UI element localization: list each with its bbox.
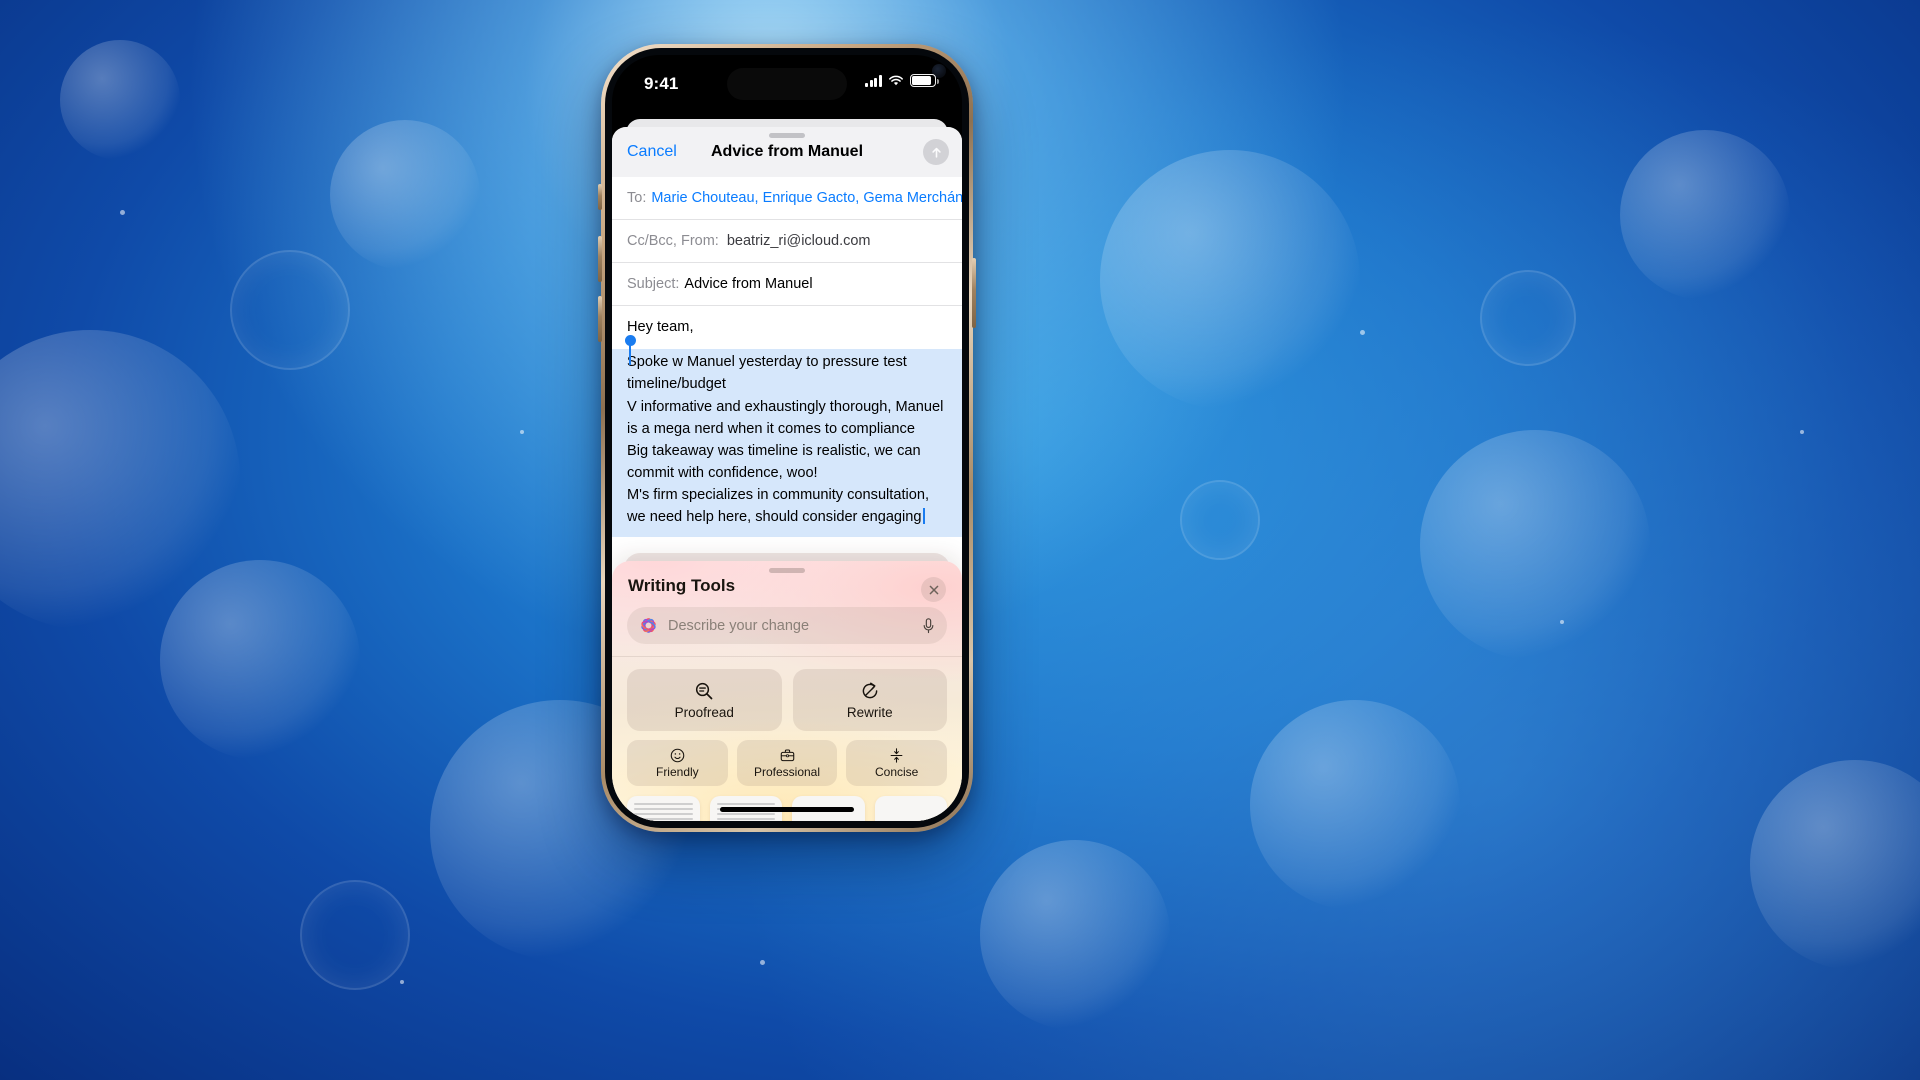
light-speck — [520, 430, 524, 434]
describe-change-input[interactable]: Describe your change — [627, 607, 947, 644]
bokeh-circle — [0, 330, 240, 630]
body-line: Big takeaway was timeline is realistic, … — [627, 442, 921, 482]
proofread-label: Proofread — [674, 705, 734, 720]
light-speck — [1800, 430, 1804, 434]
close-button[interactable] — [921, 577, 946, 602]
subject-label: Subject: — [627, 276, 680, 292]
to-label: To: — [627, 190, 647, 206]
bokeh-circle — [1620, 130, 1790, 300]
bokeh-circle — [160, 560, 360, 760]
briefcase-icon — [780, 749, 794, 762]
selection-handle-start[interactable] — [625, 335, 636, 366]
proofread-button[interactable]: Proofread — [627, 669, 782, 731]
list-document-icon — [882, 803, 941, 812]
volume-up-button[interactable] — [598, 236, 602, 282]
bokeh-circle — [330, 120, 480, 270]
from-address[interactable]: beatriz_ri@icloud.com — [727, 233, 871, 249]
bokeh-circle — [1100, 150, 1360, 410]
bokeh-circle — [1420, 430, 1650, 660]
proofread-magnifier-icon — [696, 682, 713, 700]
bokeh-circle — [1250, 700, 1460, 910]
light-speck — [1560, 620, 1564, 624]
concise-button[interactable]: Concise — [846, 740, 948, 786]
light-speck — [400, 980, 404, 984]
writing-tools-tone-actions: Friendly Professional Concise — [612, 740, 962, 786]
rewrite-button[interactable]: Rewrite — [792, 669, 947, 731]
key-points-document-icon — [716, 803, 775, 821]
body-line: V informative and exhaustingly thorough,… — [627, 398, 944, 437]
volume-down-button[interactable] — [598, 296, 602, 342]
light-speck — [1360, 330, 1365, 335]
concise-label: Concise — [875, 765, 919, 779]
light-speck — [120, 210, 125, 215]
rewrite-circle-arrow-icon — [862, 682, 878, 699]
writing-tools-header: Writing Tools — [612, 561, 962, 607]
battery-icon — [910, 74, 939, 87]
send-arrow-up-icon — [931, 147, 941, 158]
home-indicator[interactable] — [720, 807, 854, 812]
mail-navigation-bar: Cancel Advice from Manuel — [612, 127, 962, 177]
friendly-button[interactable]: Friendly — [627, 740, 728, 786]
sheet-grabber[interactable] — [769, 133, 805, 138]
selected-text-block[interactable]: Spoke w Manuel yesterday to pressure tes… — [612, 335, 962, 537]
status-indicators — [865, 74, 939, 87]
phone-screen: 9:41 Cancel Advice from Manuel To: Marie… — [612, 55, 962, 821]
professional-label: Professional — [753, 765, 821, 779]
mail-title: Advice from Manuel — [710, 143, 864, 160]
cellular-signal-icon — [865, 74, 882, 87]
bokeh-circle — [1750, 760, 1920, 970]
mail-to-field[interactable]: To: Marie Chouteau, Enrique Gacto, Gema … — [612, 177, 962, 220]
describe-change-placeholder: Describe your change — [668, 617, 810, 634]
bokeh-circle — [60, 40, 180, 160]
writing-tools-title: Writing Tools — [628, 576, 736, 595]
to-recipients[interactable]: Marie Chouteau, Enrique Gacto, Gema Merc… — [651, 190, 962, 206]
summary-document-icon — [634, 803, 693, 821]
iphone-device: 9:41 Cancel Advice from Manuel To: Marie… — [598, 44, 976, 832]
summary-button[interactable] — [627, 796, 700, 821]
writing-tools-divider — [612, 656, 962, 657]
cancel-button[interactable]: Cancel — [627, 143, 677, 161]
writing-tools-primary-actions: Proofread Rewrite — [612, 669, 962, 731]
silent-switch[interactable] — [598, 184, 602, 210]
writing-tools-panel: Writing Tools Describe your change Proof… — [612, 561, 962, 821]
text-caret — [922, 508, 925, 525]
smiley-face-icon — [670, 748, 685, 763]
status-time: 9:41 — [644, 74, 679, 93]
body-line: Spoke w Manuel yesterday to pressure tes… — [627, 354, 907, 393]
bokeh-ring — [230, 250, 350, 370]
bokeh-ring — [300, 880, 410, 990]
ccbcc-from-label: Cc/Bcc, From: — [627, 233, 719, 249]
bokeh-circle — [980, 840, 1170, 1030]
list-button[interactable] — [874, 796, 947, 821]
mail-ccbcc-from-field[interactable]: Cc/Bcc, From: beatriz_ri@icloud.com — [612, 220, 962, 263]
power-button[interactable] — [972, 258, 976, 328]
subject-value[interactable]: Advice from Manuel — [684, 276, 812, 292]
light-speck — [760, 960, 765, 965]
body-line: M's firm specializes in community consul… — [627, 487, 930, 526]
microphone-icon[interactable] — [921, 617, 936, 635]
wifi-icon — [889, 75, 903, 85]
mail-body-editor[interactable]: Hey team, Spoke w Manuel yesterday to pr… — [612, 306, 962, 537]
status-bar: 9:41 — [612, 55, 962, 113]
mail-subject-field[interactable]: Subject: Advice from Manuel — [612, 263, 962, 306]
body-greeting: Hey team, — [627, 319, 694, 335]
professional-button[interactable]: Professional — [736, 740, 838, 786]
dynamic-island[interactable] — [727, 68, 847, 100]
close-icon — [929, 585, 938, 594]
bokeh-ring — [1480, 270, 1576, 366]
compress-arrows-icon — [890, 748, 903, 763]
send-button[interactable] — [923, 139, 949, 165]
friendly-label: Friendly — [655, 765, 699, 779]
bokeh-ring — [1180, 480, 1260, 560]
rewrite-label: Rewrite — [846, 705, 893, 720]
apple-intelligence-icon — [641, 618, 656, 633]
